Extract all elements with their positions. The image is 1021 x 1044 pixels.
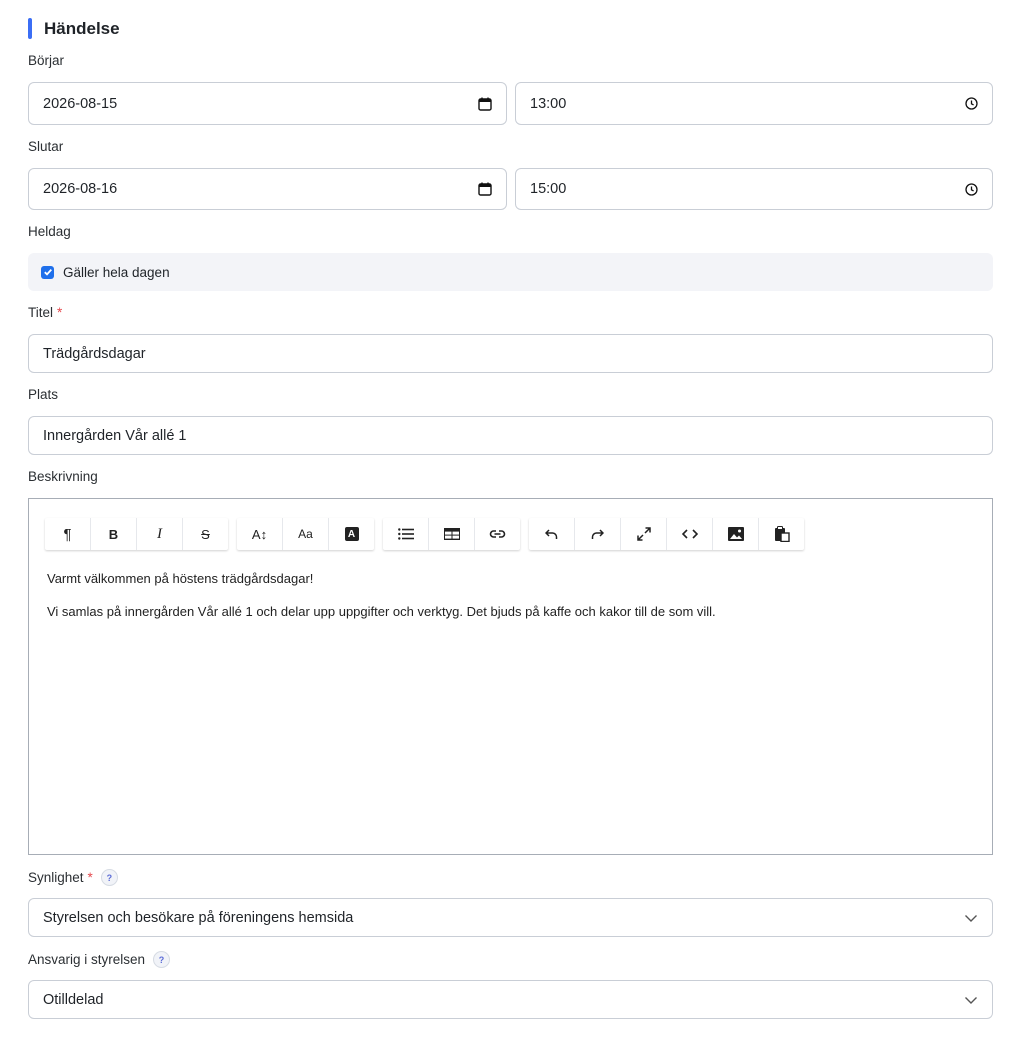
list-button[interactable] <box>383 518 429 550</box>
link-button[interactable] <box>475 518 520 550</box>
end-label-text: Slutar <box>28 139 64 154</box>
undo-icon <box>545 528 558 539</box>
chevron-down-icon <box>964 993 978 1007</box>
responsible-label-text: Ansvarig i styrelsen <box>28 952 146 967</box>
place-input[interactable]: Innergården Vår allé 1 <box>28 416 993 455</box>
place-input-value: Innergården Vår allé 1 <box>43 427 187 444</box>
font-case-icon: Aa <box>298 527 313 541</box>
allday-checkbox[interactable] <box>41 265 54 279</box>
responsible-select-value: Otilldelad <box>43 991 104 1008</box>
editor-content[interactable]: Varmt välkommen på höstens trädgårdsdaga… <box>47 571 716 637</box>
link-icon <box>489 530 506 538</box>
title-label-text: Titel <box>28 305 54 320</box>
editor-paragraph: Vi samlas på innergården Vår allé 1 och … <box>47 604 716 619</box>
start-time-value: 13:00 <box>530 95 567 112</box>
clock-icon[interactable] <box>964 182 978 196</box>
allday-label: Heldag <box>28 224 71 239</box>
image-button[interactable] <box>713 518 759 550</box>
responsible-label: Ansvarig i styrelsen ? <box>28 951 171 968</box>
font-size-button[interactable]: A↕ <box>237 518 283 550</box>
chevron-down-icon <box>964 911 978 925</box>
title-label: Titel * <box>28 305 62 320</box>
undo-button[interactable] <box>529 518 575 550</box>
calendar-icon[interactable] <box>478 97 492 111</box>
calendar-icon[interactable] <box>478 182 492 196</box>
code-icon <box>681 529 698 539</box>
visibility-label: Synlighet * ? <box>28 869 118 886</box>
visibility-label-text: Synlighet <box>28 870 84 885</box>
font-case-button[interactable]: Aa <box>283 518 329 550</box>
table-icon <box>443 528 460 540</box>
start-date-input[interactable]: 2026-08-15 <box>28 82 507 125</box>
source-code-button[interactable] <box>667 518 713 550</box>
required-mark: * <box>87 870 93 885</box>
visibility-select[interactable]: Styrelsen och besökare på föreningens he… <box>28 898 993 937</box>
bold-icon: B <box>108 526 119 542</box>
toolbar-group-font: A↕ Aa A <box>237 518 374 550</box>
description-label: Beskrivning <box>28 469 98 484</box>
allday-label-text: Heldag <box>28 224 71 239</box>
paste-icon <box>774 526 790 542</box>
required-mark: * <box>57 305 63 320</box>
start-date-value: 2026-08-15 <box>43 95 118 112</box>
description-editor[interactable]: ¶ B I S A↕ Aa A Varmt välkommen på höste… <box>28 498 993 855</box>
strikethrough-button[interactable]: S <box>183 518 228 550</box>
visibility-select-value: Styrelsen och besökare på föreningens he… <box>43 909 354 926</box>
bold-button[interactable]: B <box>91 518 137 550</box>
start-label-text: Börjar <box>28 53 65 68</box>
end-label: Slutar <box>28 139 63 154</box>
allday-checkbox-row[interactable]: Gäller hela dagen <box>28 253 993 291</box>
allday-checkbox-label: Gäller hela dagen <box>63 264 170 280</box>
expand-icon <box>636 527 651 541</box>
redo-icon <box>591 528 604 539</box>
clock-icon[interactable] <box>964 97 978 111</box>
toolbar-group-tools <box>529 518 804 550</box>
image-icon <box>727 527 744 541</box>
font-size-icon: A↕ <box>251 526 268 542</box>
section-title-text: Händelse <box>44 18 120 38</box>
fullscreen-button[interactable] <box>621 518 667 550</box>
section-title: Händelse <box>28 18 120 39</box>
responsible-select[interactable]: Otilldelad <box>28 980 993 1019</box>
title-input[interactable]: Trädgårdsdagar <box>28 334 993 373</box>
editor-toolbar: ¶ B I S A↕ Aa A <box>45 518 813 550</box>
toolbar-group-insert <box>383 518 520 550</box>
help-icon[interactable]: ? <box>100 869 118 886</box>
font-color-glyph: A <box>347 528 356 540</box>
italic-icon: I <box>157 525 162 542</box>
description-label-text: Beskrivning <box>28 469 98 484</box>
end-time-input[interactable]: 15:00 <box>515 168 993 210</box>
start-time-input[interactable]: 13:00 <box>515 82 993 125</box>
redo-button[interactable] <box>575 518 621 550</box>
paragraph-button[interactable]: ¶ <box>45 518 91 550</box>
end-date-value: 2026-08-16 <box>43 181 118 197</box>
end-date-input[interactable]: 2026-08-16 <box>28 168 507 210</box>
place-label-text: Plats <box>28 387 59 402</box>
help-icon[interactable]: ? <box>153 951 171 968</box>
list-icon <box>397 528 414 540</box>
paste-button[interactable] <box>759 518 804 550</box>
strikethrough-icon: S <box>201 526 210 542</box>
table-button[interactable] <box>429 518 475 550</box>
editor-paragraph: Varmt välkommen på höstens trädgårdsdaga… <box>47 571 314 586</box>
start-label: Börjar <box>28 53 64 68</box>
title-input-value: Trädgårdsdagar <box>43 345 146 362</box>
paragraph-icon: ¶ <box>63 525 72 543</box>
toolbar-group-format: ¶ B I S <box>45 518 228 550</box>
place-label: Plats <box>28 387 58 402</box>
font-color-button[interactable]: A <box>329 518 374 550</box>
font-color-icon: A <box>344 527 359 541</box>
end-time-value: 15:00 <box>530 181 567 197</box>
italic-button[interactable]: I <box>137 518 183 550</box>
section-accent-bar <box>28 18 32 39</box>
